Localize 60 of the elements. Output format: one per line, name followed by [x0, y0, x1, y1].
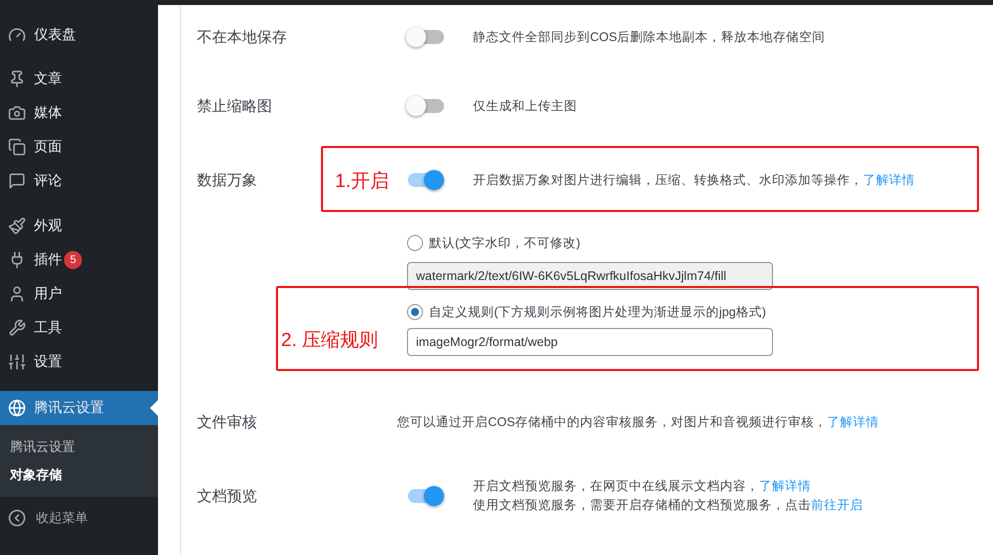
menu-label: 文章	[34, 70, 62, 88]
radio-button[interactable]	[407, 304, 423, 320]
collapse-icon	[8, 509, 26, 527]
menu-label: 仪表盘	[34, 26, 76, 44]
radio-option[interactable]: 自定义规则(下方规则示例将图片处理为渐进显示的jpg格式)	[407, 302, 993, 322]
sidebar-item[interactable]: 设置	[0, 345, 158, 379]
menu-label: 页面	[34, 138, 62, 156]
toggle-switch[interactable]	[408, 489, 444, 503]
option-label: 默认(文字水印，不可修改)	[429, 234, 580, 252]
menu-label: 设置	[34, 353, 62, 371]
description-text: 静态文件全部同步到COS后删除本地副本，释放本地存储空间	[473, 28, 826, 46]
menu-label: 用户	[34, 285, 62, 303]
sidebar-item[interactable]: 评论	[0, 164, 158, 198]
description-text: 开启数据万象对图片进行编辑，压缩、转换格式、水印添加等操作，了解详情	[473, 172, 915, 188]
collapse-menu-button[interactable]: 收起菜单	[0, 501, 158, 535]
menu-label: 媒体	[34, 104, 62, 122]
menu-label: 腾讯云设置	[34, 399, 104, 417]
menu-label: 工具	[34, 319, 62, 337]
option-label: 自定义规则(下方规则示例将图片处理为渐进显示的jpg格式)	[429, 304, 766, 320]
submenu-item[interactable]: 对象存储	[0, 461, 158, 489]
sidebar-item[interactable]: 工具	[0, 311, 158, 345]
comment-icon	[8, 172, 26, 190]
sidebar-item[interactable]: 外观	[0, 209, 158, 243]
description-text: 开启文档预览服务，在网页中在线展示文档内容，了解详情	[473, 478, 812, 495]
count-badge: 5	[64, 251, 82, 269]
toggle-switch[interactable]	[408, 30, 444, 44]
sliders-icon	[8, 353, 26, 371]
annotation-label: 1.开启	[335, 170, 389, 194]
toggle-switch[interactable]	[408, 173, 444, 187]
camera-icon	[8, 104, 26, 122]
sidebar-item[interactable]: 页面	[0, 130, 158, 164]
sidebar-item[interactable]: 用户	[0, 277, 158, 311]
setting-label: 数据万象	[197, 170, 257, 190]
sidebar-item[interactable]: 插件 5	[0, 243, 158, 277]
sidebar-item[interactable]: 腾讯云设置	[0, 391, 158, 425]
menu-label: 外观	[34, 217, 62, 235]
rule-input-field[interactable]: imageMogr2/format/webp	[407, 328, 773, 356]
description-text: 您可以通过开启COS存储桶中的内容审核服务，对图片和音视频进行审核，了解详情	[397, 414, 880, 430]
submenu-item[interactable]: 腾讯云设置	[0, 433, 158, 461]
sidebar-item[interactable]: 媒体	[0, 96, 158, 130]
sidebar-item[interactable]: 文章	[0, 62, 158, 96]
description-text: 仅生成和上传主图	[473, 98, 577, 114]
menu-label: 插件	[34, 251, 62, 269]
dashboard-icon	[8, 26, 26, 44]
toggle-switch[interactable]	[408, 99, 444, 113]
user-icon	[8, 285, 26, 303]
globe-icon	[8, 399, 26, 417]
pages-icon	[8, 138, 26, 156]
setting-label: 不在本地保存	[197, 28, 287, 46]
pin-icon	[8, 70, 26, 88]
setting-label: 文档预览	[197, 486, 257, 506]
description-text: 使用文档预览服务，需要开启存储桶的文档预览服务，点击前往开启	[473, 497, 863, 514]
menu-label: 评论	[34, 172, 62, 190]
annotation-label: 2. 压缩规则	[281, 329, 378, 353]
collapse-label: 收起菜单	[36, 509, 88, 527]
wrench-icon	[8, 319, 26, 337]
sidebar-item[interactable]: 仪表盘	[0, 18, 158, 52]
setting-label: 禁止缩略图	[197, 96, 272, 116]
brush-icon	[8, 217, 26, 235]
setting-label: 文件审核	[197, 412, 257, 432]
